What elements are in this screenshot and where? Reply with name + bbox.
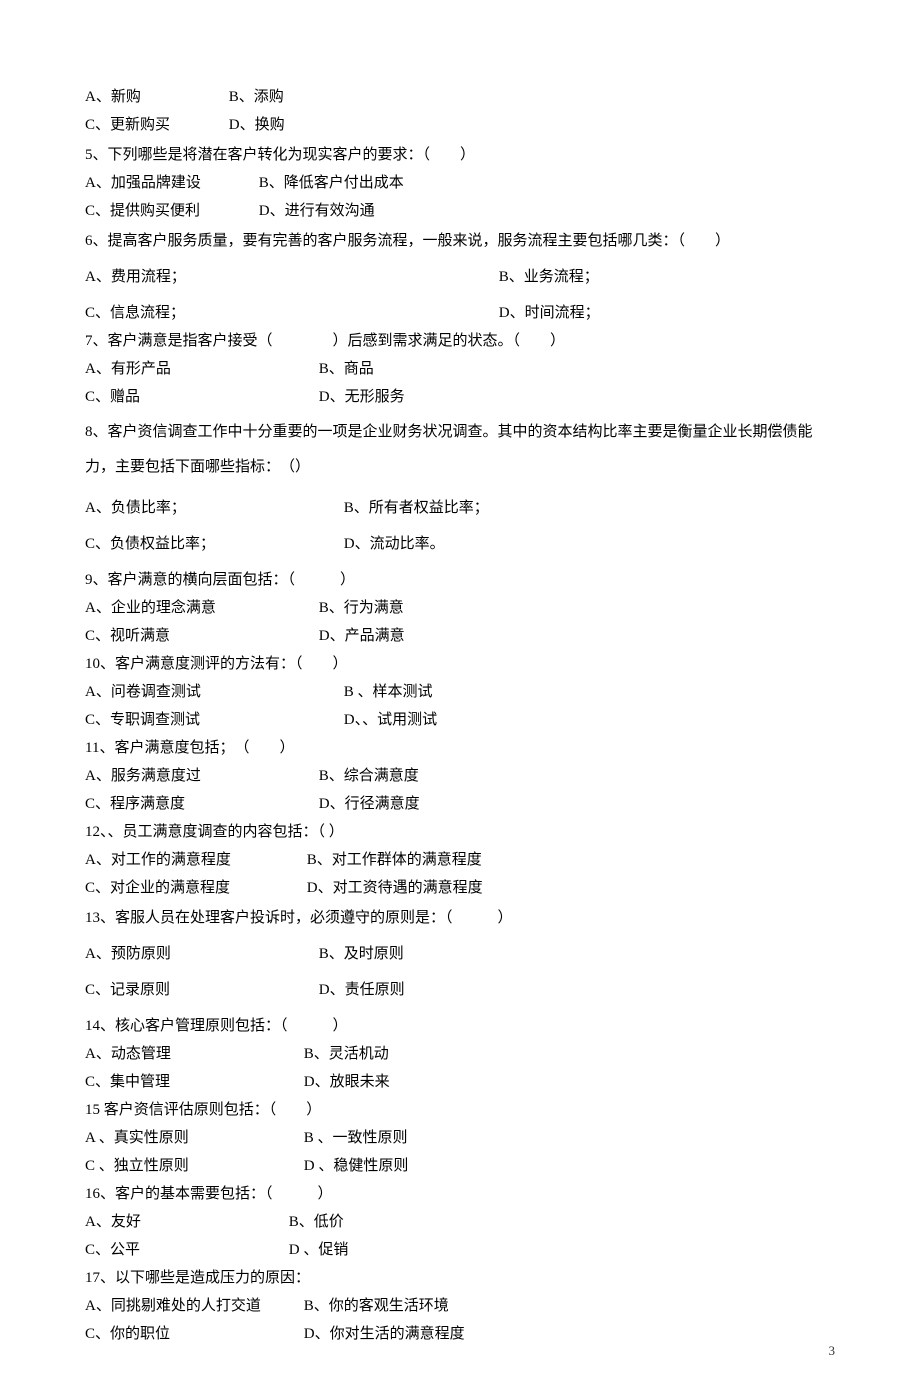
- q9-option-c: C、视听满意: [85, 624, 315, 648]
- q15-option-a: A 、真实性原则: [85, 1126, 300, 1150]
- q5-options-row1: A、加强品牌建设 B、降低客户付出成本: [85, 171, 835, 195]
- document-page: A、新购 B、添购 C、更新购买 D、换购 5、下列哪些是将潜在客户转化为现实客…: [0, 0, 920, 1390]
- q8-stem: 8、客户资信调查工作中十分重要的一项是企业财务状况调查。其中的资本结构比率主要是…: [85, 415, 835, 484]
- q4-options-row2: C、更新购买 D、换购: [85, 113, 835, 137]
- q6-stem: 6、提高客户服务质量，要有完善的客户服务流程，一般来说，服务流程主要包括哪几类：…: [85, 229, 835, 253]
- q13-option-c: C、记录原则: [85, 978, 315, 1002]
- q6-option-d: D、时间流程；: [499, 305, 600, 321]
- q11-options-row2: C、程序满意度 D、行径满意度: [85, 792, 835, 816]
- q10-option-c: C、专职调查测试: [85, 708, 340, 732]
- q8-options-row2: C、负债权益比率； D、流动比率。: [85, 532, 835, 556]
- q4-option-c: C、更新购买: [85, 113, 225, 137]
- q7-stem: 7、客户满意是指客户接受（ ）后感到需求满足的状态。（ ）: [85, 329, 835, 353]
- q16-stem: 16、客户的基本需要包括：（ ）: [85, 1182, 835, 1206]
- q4-options-row1: A、新购 B、添购: [85, 85, 835, 109]
- q13-option-b: B、及时原则: [319, 946, 404, 962]
- q10-stem: 10、客户满意度测评的方法有：（ ）: [85, 652, 835, 676]
- q14-option-d: D、放眼未来: [304, 1074, 390, 1090]
- q10-options-row1: A、问卷调查测试 B 、样本测试: [85, 680, 835, 704]
- q12-options-row2: C、对企业的满意程度 D、对工资待遇的满意程度: [85, 876, 835, 900]
- q14-option-a: A、动态管理: [85, 1042, 300, 1066]
- q7-option-c: C、赠品: [85, 385, 315, 409]
- q6-option-c: C、信息流程；: [85, 301, 495, 325]
- q7-option-d: D、无形服务: [319, 389, 405, 405]
- q16-option-b: B、低价: [289, 1214, 344, 1230]
- q6-option-a: A、费用流程；: [85, 265, 495, 289]
- q13-option-d: D、责任原则: [319, 982, 405, 998]
- q14-option-c: C、集中管理: [85, 1070, 300, 1094]
- q11-option-a: A、服务满意度过: [85, 764, 315, 788]
- q17-options-row2: C、你的职位 D、你对生活的满意程度: [85, 1322, 835, 1346]
- q4-option-d: D、换购: [229, 117, 285, 133]
- q10-option-a: A、问卷调查测试: [85, 680, 340, 704]
- q5-option-d: D、进行有效沟通: [259, 203, 375, 219]
- q9-stem: 9、客户满意的横向层面包括：（ ）: [85, 568, 835, 592]
- q15-option-c: C 、独立性原则: [85, 1154, 300, 1178]
- q16-option-c: C、公平: [85, 1238, 285, 1262]
- q15-option-b: B 、一致性原则: [304, 1130, 408, 1146]
- q14-options-row1: A、动态管理 B、灵活机动: [85, 1042, 835, 1066]
- q17-stem: 17、以下哪些是造成压力的原因：: [85, 1266, 835, 1290]
- q13-stem: 13、客服人员在处理客户投诉时，必须遵守的原则是：（ ）: [85, 906, 835, 930]
- q17-option-d: D、你对生活的满意程度: [304, 1326, 465, 1342]
- q17-option-a: A、同挑剔难处的人打交道: [85, 1294, 300, 1318]
- q5-stem: 5、下列哪些是将潜在客户转化为现实客户的要求：（ ）: [85, 143, 835, 167]
- q7-option-b: B、商品: [319, 361, 374, 377]
- q5-option-b: B、降低客户付出成本: [259, 175, 404, 191]
- q13-options-row1: A、预防原则 B、及时原则: [85, 942, 835, 966]
- q14-options-row2: C、集中管理 D、放眼未来: [85, 1070, 835, 1094]
- q8-options-row1: A、负债比率； B、所有者权益比率；: [85, 496, 835, 520]
- q13-option-a: A、预防原则: [85, 942, 315, 966]
- q4-option-b: B、添购: [229, 89, 284, 105]
- q12-option-d: D、对工资待遇的满意程度: [307, 880, 483, 896]
- q11-option-b: B、综合满意度: [319, 768, 419, 784]
- q17-options-row1: A、同挑剔难处的人打交道 B、你的客观生活环境: [85, 1294, 835, 1318]
- q5-options-row2: C、提供购买便利 D、进行有效沟通: [85, 199, 835, 223]
- page-number: 3: [829, 1341, 836, 1362]
- q15-options-row2: C 、独立性原则 D 、稳健性原则: [85, 1154, 835, 1178]
- q10-option-d: D、、试用测试: [344, 712, 437, 728]
- q4-option-a: A、新购: [85, 85, 225, 109]
- q12-option-a: A、对工作的满意程度: [85, 848, 303, 872]
- q9-options-row2: C、视听满意 D、产品满意: [85, 624, 835, 648]
- q5-option-a: A、加强品牌建设: [85, 171, 255, 195]
- q17-option-c: C、你的职位: [85, 1322, 300, 1346]
- q6-options-row2: C、信息流程； D、时间流程；: [85, 301, 835, 325]
- q17-option-b: B、你的客观生活环境: [304, 1298, 449, 1314]
- q12-options-row1: A、对工作的满意程度 B、对工作群体的满意程度: [85, 848, 835, 872]
- q9-options-row1: A、企业的理念满意 B、行为满意: [85, 596, 835, 620]
- q9-option-d: D、产品满意: [319, 628, 405, 644]
- q14-option-b: B、灵活机动: [304, 1046, 389, 1062]
- q8-option-c: C、负债权益比率；: [85, 532, 340, 556]
- q8-option-d: D、流动比率。: [344, 536, 445, 552]
- q8-option-b: B、所有者权益比率；: [344, 500, 489, 516]
- q12-stem: 12、、员工满意度调查的内容包括：（ ）: [85, 820, 835, 844]
- q9-option-a: A、企业的理念满意: [85, 596, 315, 620]
- q16-option-d: D 、促销: [289, 1242, 349, 1258]
- q12-option-b: B、对工作群体的满意程度: [307, 852, 482, 868]
- q15-stem: 15 客户资信评估原则包括：（ ）: [85, 1098, 835, 1122]
- q5-option-c: C、提供购买便利: [85, 199, 255, 223]
- q11-option-c: C、程序满意度: [85, 792, 315, 816]
- q16-option-a: A、友好: [85, 1210, 285, 1234]
- q6-option-b: B、业务流程；: [499, 269, 599, 285]
- q16-options-row1: A、友好 B、低价: [85, 1210, 835, 1234]
- q13-options-row2: C、记录原则 D、责任原则: [85, 978, 835, 1002]
- q8-option-a: A、负债比率；: [85, 496, 340, 520]
- q10-options-row2: C、专职调查测试 D、、试用测试: [85, 708, 835, 732]
- q10-option-b: B 、样本测试: [344, 684, 433, 700]
- q9-option-b: B、行为满意: [319, 600, 404, 616]
- q14-stem: 14、核心客户管理原则包括：（ ）: [85, 1014, 835, 1038]
- q6-options-row1: A、费用流程； B、业务流程；: [85, 265, 835, 289]
- q7-options-row2: C、赠品 D、无形服务: [85, 385, 835, 409]
- q7-option-a: A、有形产品: [85, 357, 315, 381]
- q11-stem: 11、客户满意度包括； （ ）: [85, 736, 835, 760]
- q15-options-row1: A 、真实性原则 B 、一致性原则: [85, 1126, 835, 1150]
- q7-options-row1: A、有形产品 B、商品: [85, 357, 835, 381]
- q12-option-c: C、对企业的满意程度: [85, 876, 303, 900]
- q16-options-row2: C、公平 D 、促销: [85, 1238, 835, 1262]
- q15-option-d: D 、稳健性原则: [304, 1158, 409, 1174]
- q11-options-row1: A、服务满意度过 B、综合满意度: [85, 764, 835, 788]
- q11-option-d: D、行径满意度: [319, 796, 420, 812]
